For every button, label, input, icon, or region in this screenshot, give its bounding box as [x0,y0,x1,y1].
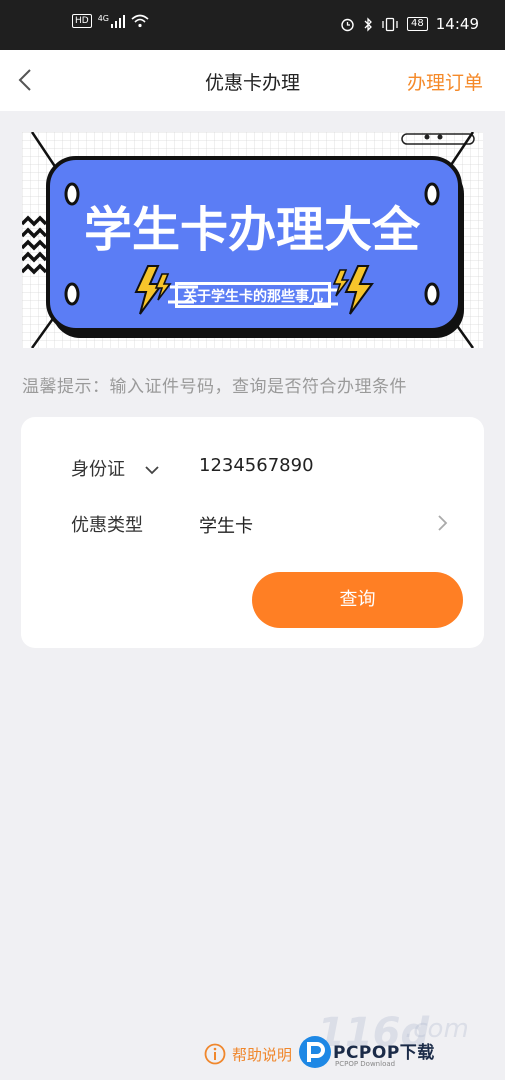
tip-text: 温馨提示：输入证件号码，查询是否符合办理条件 [22,377,407,397]
signal-icon [111,14,125,28]
banner-subtitle: 关于学生卡的那些事儿 [183,288,323,305]
battery-level: 48 [407,17,428,31]
info-icon [204,1043,226,1065]
watermark-sub: PCPOP Download [335,1060,396,1068]
form-card: 身份证 1234567890 优惠类型 学生卡 查询 [21,417,484,648]
id-type-selector[interactable]: 身份证 [71,455,159,481]
nav-bar: 优惠卡办理 办理订单 [0,50,505,111]
wifi-icon [131,14,149,28]
id-number-field[interactable]: 1234567890 [199,455,314,476]
status-left: HD 4G [72,14,149,28]
hd-badge: HD [72,14,92,28]
banner-title: 学生卡办理大全 [84,202,421,258]
status-right: 48 14:49 [340,15,479,392]
orders-link[interactable]: 办理订单 [407,68,483,95]
status-bar: HD 4G 48 14:49 [0,0,505,392]
status-time: 14:49 [435,15,479,33]
banner-image[interactable]: 学生卡办理大全 关于学生卡的那些事儿 [22,132,483,348]
network-label: 4G [97,14,109,23]
help-label: 帮助说明 [232,1045,293,1064]
discount-type-selector[interactable]: 学生卡 [199,512,469,538]
id-type-label: 身份证 [71,459,125,480]
chevron-right-icon[interactable] [437,514,449,532]
discount-type-value: 学生卡 [199,516,253,537]
help-link[interactable]: 帮助说明 [204,1043,292,1065]
bluetooth-icon [364,16,372,32]
battery-icon: 48 [363,17,428,392]
discount-type-label: 优惠类型 [71,515,143,536]
chevron-down-icon [145,466,159,475]
pcpop-logo-icon [299,1036,331,1068]
query-button[interactable]: 查询 [252,572,463,628]
vibrate-icon [382,17,398,31]
alarm-icon [341,18,354,31]
watermark: 116d .com PCPOP下载 PCPOP Download [295,1010,495,1076]
